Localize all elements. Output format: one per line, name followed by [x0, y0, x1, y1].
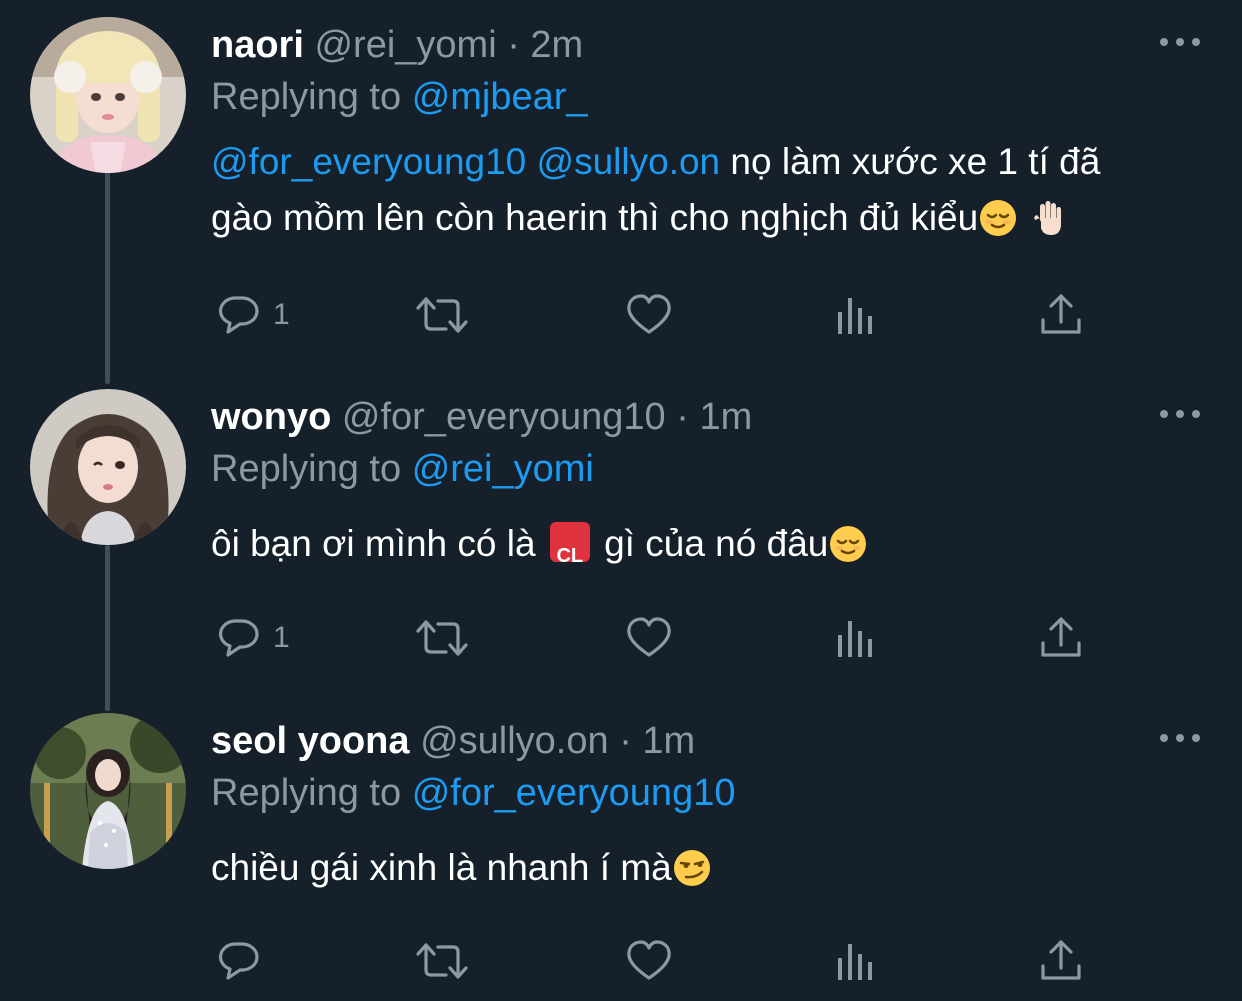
share-icon [1041, 940, 1081, 980]
like-icon [627, 940, 671, 980]
raised-hand-emoji [1033, 201, 1061, 235]
retweet-icon [416, 943, 468, 979]
text-part: gì của nó đâu [604, 523, 829, 564]
mention-link[interactable]: @sullyo.on [537, 141, 721, 182]
retweet-button[interactable] [414, 290, 470, 340]
replying-to: Replying to @mjbear_ [211, 74, 588, 120]
separator-dot: · [507, 24, 520, 66]
tweet-actions: 1 [211, 613, 1111, 663]
reply-icon [218, 942, 259, 980]
timestamp[interactable]: 1m [642, 720, 695, 762]
replying-label: Replying to [211, 448, 402, 490]
smirking-face-emoji [673, 850, 710, 886]
reply-count: 1 [273, 621, 290, 654]
retweet-icon [416, 297, 468, 333]
replying-to-mention[interactable]: @mjbear_ [412, 76, 588, 118]
analytics-icon [838, 298, 872, 334]
analytics-button[interactable] [835, 936, 879, 986]
replying-label: Replying to [211, 76, 402, 118]
username[interactable]: @for_everyoung10 [342, 396, 666, 438]
tweet-text: chiều gái xinh là nhanh í mà [211, 840, 1201, 896]
separator-dot: · [619, 720, 632, 762]
more-icon[interactable] [1158, 402, 1202, 426]
reply-count: 1 [273, 298, 290, 331]
username[interactable]: @rei_yomi [314, 24, 496, 66]
analytics-button[interactable] [835, 613, 879, 663]
tweet-actions: 1 [211, 290, 1111, 340]
like-icon [627, 294, 671, 334]
timestamp[interactable]: 2m [530, 24, 583, 66]
replying-to-mention[interactable]: @rei_yomi [412, 448, 594, 490]
replying-to: Replying to @rei_yomi [211, 446, 594, 492]
more-icon[interactable] [1158, 30, 1202, 54]
tweet-text: @for_everyoung10 @sullyo.on nọ làm xước … [211, 134, 1201, 246]
relieved-face-emoji [830, 526, 867, 562]
username[interactable]: @sullyo.on [420, 720, 609, 762]
more-icon[interactable] [1158, 726, 1202, 750]
reply-button[interactable]: 1 [215, 613, 290, 663]
reply-icon [218, 296, 259, 334]
tweet-actions [211, 936, 1111, 986]
mention-link[interactable]: @for_everyoung10 [211, 141, 526, 182]
tweet-header: seol yoona @sullyo.on · 1m [211, 718, 695, 764]
like-button[interactable] [625, 290, 673, 340]
like-button[interactable] [625, 936, 673, 986]
avatar[interactable] [30, 389, 186, 545]
cl-badge-text: CL [556, 545, 584, 567]
display-name[interactable]: seol yoona [211, 720, 410, 762]
timestamp[interactable]: 1m [699, 396, 752, 438]
tweet-header: wonyo @for_everyoung10 · 1m [211, 394, 752, 440]
text-part: chiều gái xinh là nhanh í mà [211, 847, 672, 888]
retweet-button[interactable] [414, 613, 470, 663]
separator-dot: · [676, 396, 689, 438]
display-name[interactable]: naori [211, 24, 304, 66]
analytics-button[interactable] [835, 290, 879, 340]
replying-to-mention[interactable]: @for_everyoung10 [412, 772, 736, 814]
reply-icon [218, 619, 259, 657]
share-button[interactable] [1039, 936, 1083, 986]
relieved-face-emoji [980, 200, 1017, 236]
replying-label: Replying to [211, 772, 402, 814]
reply-button[interactable]: 1 [215, 290, 290, 340]
share-button[interactable] [1039, 613, 1083, 663]
retweet-icon [416, 620, 468, 656]
text-part: ôi bạn ơi mình có là [211, 523, 536, 564]
retweet-button[interactable] [414, 936, 470, 986]
share-button[interactable] [1039, 290, 1083, 340]
tweet[interactable]: seol yoona @sullyo.on · 1m Replying to @… [0, 696, 1242, 1001]
cl-button-emoji: CL [549, 522, 590, 567]
tweet[interactable]: wonyo @for_everyoung10 · 1m Replying to … [0, 372, 1242, 696]
display-name[interactable]: wonyo [211, 396, 331, 438]
replying-to: Replying to @for_everyoung10 [211, 770, 735, 816]
text-line: gào mồm lên còn haerin thì cho nghịch đủ… [211, 197, 979, 238]
analytics-icon [838, 944, 872, 980]
tweet-text: ôi bạn ơi mình có là CL gì của nó đâu [211, 516, 1201, 572]
tweet-header: naori @rei_yomi · 2m [211, 22, 583, 68]
like-button[interactable] [625, 613, 673, 663]
reply-button[interactable] [215, 936, 273, 986]
tweet[interactable]: naori @rei_yomi · 2m Replying to @mjbear… [0, 0, 1242, 372]
like-icon [627, 617, 671, 657]
text-line: nọ làm xước xe 1 tí đã [730, 141, 1101, 182]
avatar[interactable] [30, 17, 186, 173]
avatar[interactable] [30, 713, 186, 869]
analytics-icon [838, 621, 872, 657]
share-icon [1041, 294, 1081, 334]
share-icon [1041, 617, 1081, 657]
